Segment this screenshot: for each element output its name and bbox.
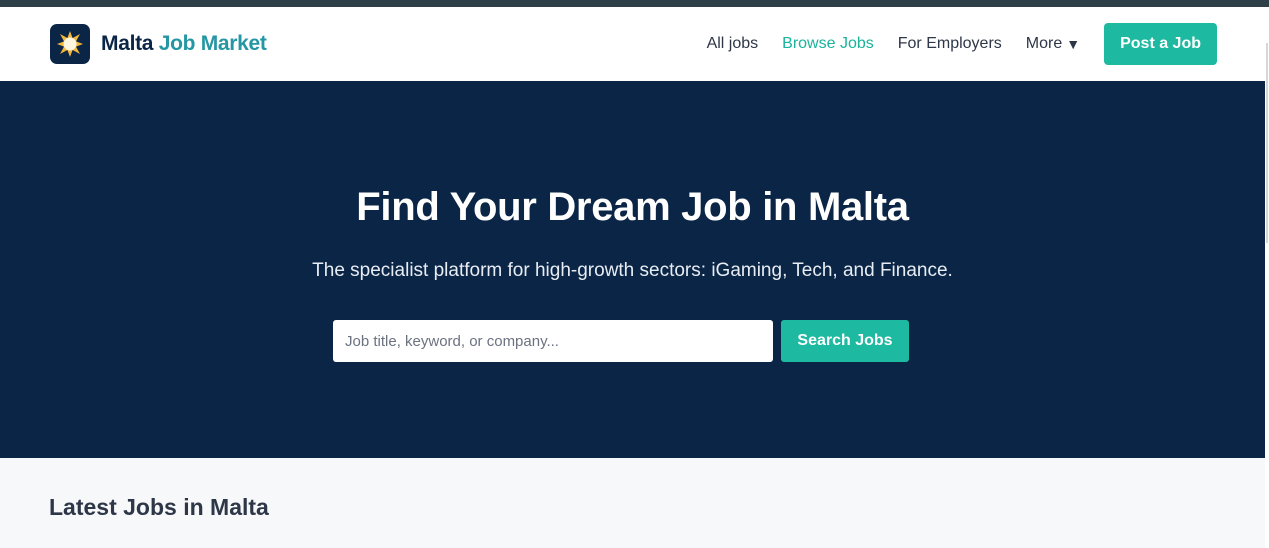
nav-for-employers[interactable]: For Employers — [898, 35, 1002, 53]
job-search-input[interactable] — [333, 320, 773, 362]
page-scrollbar[interactable] — [1265, 7, 1269, 548]
post-job-button[interactable]: Post a Job — [1104, 23, 1217, 65]
nav-all-jobs[interactable]: All jobs — [707, 35, 759, 53]
nav-more-label: More — [1025, 35, 1063, 52]
logo-link[interactable]: Malta Job Market — [50, 24, 267, 64]
page: Malta Job Market All jobs Browse Jobs Fo… — [0, 7, 1265, 548]
nav-browse-jobs[interactable]: Browse Jobs — [782, 35, 874, 53]
nav-more-dropdown[interactable]: More ▼ — [1026, 35, 1080, 53]
logo-text: Malta Job Market — [101, 32, 267, 56]
hero-title: Find Your Dream Job in Malta — [356, 185, 909, 229]
hero-section: Find Your Dream Job in Malta The special… — [0, 81, 1265, 458]
latest-jobs-heading: Latest Jobs in Malta — [49, 494, 269, 520]
site-header: Malta Job Market All jobs Browse Jobs Fo… — [0, 7, 1265, 82]
caret-down-icon: ▼ — [1066, 36, 1081, 52]
hero-subtitle: The specialist platform for high-growth … — [312, 260, 953, 281]
logo-text-job-market: Job Market — [158, 32, 267, 55]
scrollbar-thumb[interactable] — [1266, 43, 1268, 243]
search-jobs-button[interactable]: Search Jobs — [781, 320, 909, 362]
logo-text-malta: Malta — [101, 32, 154, 55]
main-nav: All jobs Browse Jobs For Employers More … — [683, 7, 1217, 81]
sun-star-icon — [50, 24, 90, 64]
job-search-form: Search Jobs — [333, 320, 909, 362]
